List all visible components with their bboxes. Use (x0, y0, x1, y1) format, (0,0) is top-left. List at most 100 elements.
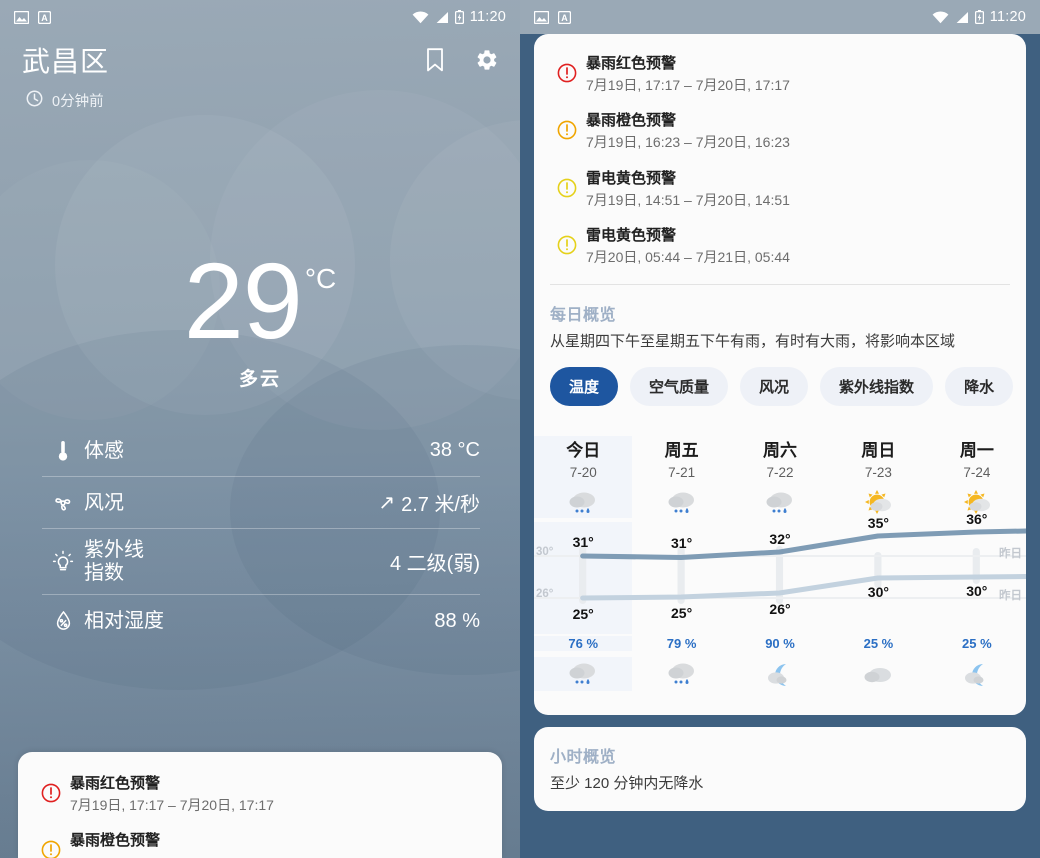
weather-details-list: 体感 38 °C 风况 ↗ 2.7 米/秒 紫外线 指数 4 二级(弱) 相对湿… (42, 425, 480, 647)
image-icon (534, 10, 549, 24)
alert-circle-icon (550, 168, 584, 198)
detail-row-humidity[interactable]: 相对湿度 88 % (42, 595, 480, 647)
signal-icon (435, 11, 449, 24)
warning-item[interactable]: 暴雨橙色预警 (18, 823, 502, 858)
warning-item[interactable]: 雷电黄色预警 7月19日, 14:51 – 7月20日, 14:51 (534, 161, 1026, 218)
precipitation-value: 25 % (962, 635, 992, 651)
uv-sun-icon (42, 549, 84, 575)
warning-time: 7月19日, 16:23 – 7月20日, 16:23 (586, 134, 790, 151)
daily-overview-summary: 从星期四下午至星期五下午有雨，有时有大雨，将影响本区域 (550, 332, 956, 350)
yesterday-ref-label-low: 昨日 (999, 589, 1022, 602)
alert-circle-icon (550, 110, 584, 140)
warning-title: 暴雨红色预警 (586, 55, 677, 72)
settings-gear-icon[interactable] (474, 47, 500, 73)
detail-label: 风况 (84, 491, 124, 514)
right-phone-screen: A 11:20 暴雨红色预警 7月19日, 17:17 – 7月20日, 17:… (520, 0, 1040, 858)
alert-circle-icon (550, 53, 584, 83)
forecast-date: 7-24 (963, 464, 991, 480)
high-temp-label: 35° (867, 514, 889, 531)
page-title: 武昌区 (22, 46, 110, 77)
temperature-chart: 30° 26° 昨日 昨日 31° 31° 32° 35° 36° 25° 25… (534, 511, 1026, 634)
precipitation-value: 79 % (666, 635, 697, 651)
a-badge-icon: A (38, 10, 51, 24)
signal-icon (955, 11, 969, 24)
temperature-value: 29 (183, 240, 303, 361)
night-icon-row (534, 651, 1026, 705)
detail-row-uv-index[interactable]: 紫外线 指数 4 二级(弱) (42, 529, 480, 596)
forecast-day-name: 周六 (763, 440, 798, 460)
rain-cloud-icon (534, 656, 633, 691)
warning-time: 7月19日, 14:51 – 7月20日, 14:51 (586, 191, 790, 208)
low-temp-label: 26° (769, 600, 791, 617)
forecast-day-name: 今日 (566, 440, 601, 460)
clock-time: 11:20 (469, 9, 506, 25)
forecast-col-today[interactable]: 今日 7-20 (534, 435, 633, 518)
warning-time: 7月20日, 05:44 – 7月21日, 05:44 (586, 249, 790, 266)
wifi-icon (412, 10, 429, 24)
warning-time: 7月19日, 17:17 – 7月20日, 17:17 (586, 76, 790, 93)
bookmark-icon[interactable] (422, 47, 448, 73)
detail-row-wind[interactable]: 风况 ↗ 2.7 米/秒 (42, 477, 480, 530)
warning-item[interactable]: 暴雨橙色预警 7月19日, 16:23 – 7月20日, 16:23 (534, 103, 1026, 160)
warning-card-peek[interactable]: 暴雨红色预警 7月19日, 17:17 – 7月20日, 17:17 暴雨橙色预… (18, 752, 502, 858)
forecast-col-monday[interactable]: 周一 7-24 (928, 436, 1026, 518)
detail-value: ↗ 2.7 米/秒 (378, 488, 480, 517)
chip-temperature[interactable]: 温度 (550, 366, 619, 406)
high-temp-label: 31° (671, 534, 693, 551)
a-badge-icon: A (558, 10, 571, 24)
updated-text: 0分钟前 (52, 94, 104, 110)
forecast-col-sunday[interactable]: 周日 7-23 (829, 436, 927, 518)
left-phone-screen: A 11:20 武昌区 0分钟前 29 °C 多云 体感 38 °C 风况 ↗ … (0, 0, 520, 858)
svg-text:A: A (561, 13, 568, 23)
hourly-overview-title: 小时概览 (550, 748, 617, 766)
forecast-date: 7-21 (668, 464, 696, 480)
forecast-day-name: 周日 (861, 440, 896, 460)
precipitation-value: 76 % (534, 635, 633, 651)
chip-uv-index[interactable]: 紫外线指数 (820, 366, 934, 406)
warning-item[interactable]: 雷电黄色预警 7月20日, 05:44 – 7月21日, 05:44 (534, 218, 1026, 275)
sun-cloud-icon (858, 488, 898, 518)
low-temp-label: 25° (572, 605, 594, 622)
wind-direction-arrow: ↗ (378, 492, 396, 515)
rain-cloud-icon (563, 488, 603, 518)
last-updated: 0分钟前 (0, 86, 520, 111)
wind-fan-icon (42, 491, 84, 515)
hourly-overview-card[interactable]: 小时概览 至少 120 分钟内无降水 (534, 726, 1026, 811)
wifi-icon (932, 10, 949, 24)
chip-precipitation[interactable]: 降水 (945, 366, 1014, 406)
detail-label: 相对湿度 (84, 610, 164, 633)
forecast-day-name: 周一 (959, 440, 994, 460)
detail-label: 体感 (84, 439, 124, 462)
clock-time: 11:20 (989, 9, 1026, 25)
right-content: 暴雨红色预警 7月19日, 17:17 – 7月20日, 17:17 暴雨橙色预… (520, 34, 1040, 858)
daily-overview-section: 每日概览 从星期四下午至星期五下午有雨，有时有大雨，将影响本区域 温度 空气质量… (534, 285, 1026, 422)
precipitation-value: 25 % (863, 635, 894, 651)
low-temp-label: 30° (867, 583, 889, 600)
metric-chip-row[interactable]: 温度 空气质量 风况 紫外线指数 降水 (550, 366, 1014, 408)
moon-cloud-icon (731, 657, 829, 691)
svg-text:A: A (41, 13, 48, 23)
forecast-col-saturday[interactable]: 周六 7-22 (731, 436, 829, 518)
rain-cloud-icon (632, 657, 730, 691)
moon-cloud-icon (928, 657, 1026, 691)
chip-wind[interactable]: 风况 (740, 366, 809, 406)
detail-label-line2: 指数 (84, 561, 124, 584)
daily-overview-title: 每日概览 (550, 306, 617, 324)
detail-row-feels-like[interactable]: 体感 38 °C (42, 425, 480, 478)
forecast-date: 7-20 (569, 464, 597, 480)
chip-air-quality[interactable]: 空气质量 (630, 366, 729, 406)
alert-circle-icon (34, 830, 68, 858)
detail-label-line1: 紫外线 (84, 539, 144, 562)
warning-title: 雷电黄色预警 (586, 227, 677, 245)
warning-item[interactable]: 暴雨红色预警 7月19日, 17:17 – 7月20日, 17:17 (534, 46, 1026, 103)
warning-time: 7月19日, 17:17 – 7月20日, 17:17 (70, 796, 274, 813)
high-temp-label: 36° (966, 510, 988, 527)
forecast-col-friday[interactable]: 周五 7-21 (632, 436, 730, 518)
warning-item[interactable]: 暴雨红色预警 7月19日, 17:17 – 7月20日, 17:17 (18, 766, 502, 823)
detail-value: 4 二级(弱) (390, 553, 480, 576)
app-bar: 武昌区 (0, 34, 520, 86)
warnings-card: 暴雨红色预警 7月19日, 17:17 – 7月20日, 17:17 暴雨橙色预… (534, 34, 1026, 715)
cloud-icon (829, 657, 927, 691)
hourly-overview-summary: 至少 120 分钟内无降水 (550, 774, 704, 792)
battery-icon (974, 10, 984, 24)
